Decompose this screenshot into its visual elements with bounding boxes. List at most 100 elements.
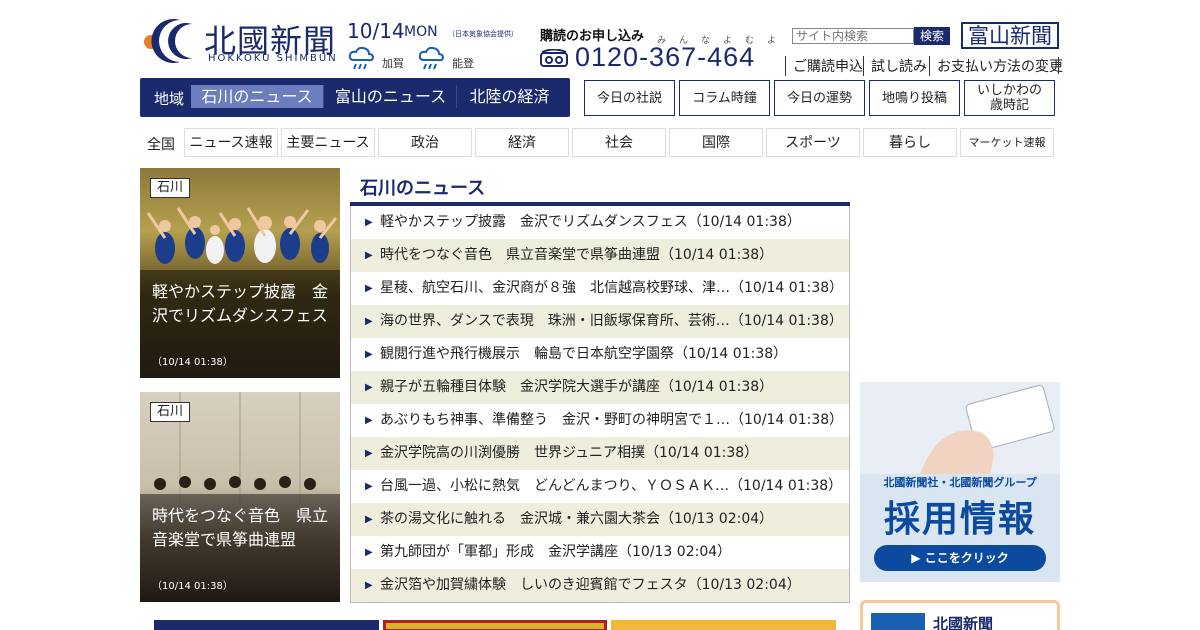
weather-source[interactable]: （日本気象協会提供） — [448, 29, 518, 39]
weather-kaga — [347, 44, 375, 76]
category-international[interactable]: 国際 — [669, 128, 763, 157]
rain-cloud-icon — [348, 46, 375, 70]
category-living[interactable]: 暮らし — [863, 128, 957, 157]
news-item-text: 星稜、航空石川、金沢商が８強 北信越高校野球、津…（10/14 01:38） — [380, 280, 844, 296]
news-item-text: あぶりもち神事、準備整う 金沢・野町の神明宮で１…（10/14 01:38） — [380, 412, 844, 428]
news-item[interactable]: ▶ 茶の湯文化に触れる 金沢城・兼六園大茶会（10/13 02:04） — [351, 503, 849, 536]
arrow-icon: ▶ — [365, 448, 373, 459]
photo-caption: 時代をつなぐ音色 県立音楽堂で県筝曲連盟 （10/14 01:38） — [140, 494, 340, 602]
news-item[interactable]: ▶ 海の世界、ダンスで表現 珠洲・旧飯塚保育所、芸術…（10/14 01:38） — [351, 305, 849, 338]
news-item[interactable]: ▶ 観閲行進や飛行機展示 輪島で日本航空学園祭（10/14 01:38） — [351, 338, 849, 371]
hokkoku-card[interactable]: 北國新聞 — [860, 600, 1060, 630]
news-item[interactable]: ▶ 時代をつなぐ音色 県立音楽堂で県筝曲連盟（10/14 01:38） — [351, 239, 849, 272]
bottom-banner[interactable] — [611, 620, 836, 630]
photo-card[interactable]: 石川 時代をつなぐ音色 県立音楽堂で県筝曲連盟 （10/14 01:38） — [140, 392, 340, 602]
news-item[interactable]: ▶ 親子が五輪種目体験 金沢学院大選手が講座（10/14 01:38） — [351, 371, 849, 404]
category-sports[interactable]: スポーツ — [766, 128, 860, 157]
category-breaking-news[interactable]: ニュース速報 — [184, 128, 278, 157]
region-nav: 地域 石川のニュース 富山のニュース 北陸の経済 — [140, 78, 570, 117]
bottom-banner[interactable] — [383, 620, 607, 630]
news-item[interactable]: ▶ 第九師団が「軍都」形成 金沢学講座（10/13 02:04） — [351, 536, 849, 569]
tab-toyama-news[interactable]: 富山のニュース — [325, 85, 457, 108]
ad-title: 採用情報 — [883, 499, 1036, 540]
news-item-text: 茶の湯文化に触れる 金沢城・兼六園大茶会（10/13 02:04） — [380, 511, 774, 527]
arrow-icon: ▶ — [365, 514, 373, 525]
logo-subtext: HOKKOKU SHIMBUN — [208, 53, 338, 64]
category-politics[interactable]: 政治 — [378, 128, 472, 157]
link-divider — [1058, 57, 1059, 74]
news-item-text: 観閲行進や飛行機展示 輪島で日本航空学園祭（10/14 01:38） — [380, 346, 788, 362]
ad-cta-button[interactable]: ▶ ここをクリック — [874, 545, 1046, 571]
site-logo[interactable]: 北國新聞 HOKKOKU SHIMBUN — [140, 14, 340, 68]
news-item-text: 台風一過、小松に熱気 どんどんまつり、ＹＯＳＡＫ…（10/14 01:38） — [380, 478, 843, 494]
weather-area-label: 加賀 — [382, 57, 404, 70]
news-list: ▶ 軽やかステップ披露 金沢でリズムダンスフェス（10/14 01:38） ▶ 時代… — [350, 206, 850, 603]
news-item[interactable]: ▶ 星稜、航空石川、金沢商が８強 北信越高校野球、津…（10/14 01:38） — [351, 272, 849, 305]
editorial-button[interactable]: 今日の社説 — [584, 80, 675, 116]
news-item[interactable]: ▶ 台風一過、小松に熱気 どんどんまつり、ＹＯＳＡＫ…（10/14 01:38） — [351, 470, 849, 503]
recruit-ad-banner[interactable]: 北國新聞社・北國新聞グループ 採用情報 ▶ ここをクリック — [860, 382, 1060, 582]
tab-hokuriku-economy[interactable]: 北陸の経済 — [458, 85, 561, 108]
page: 北國新聞 HOKKOKU SHIMBUN 10/14 MON （日本気象協会提供… — [0, 0, 1200, 630]
bottom-banner[interactable] — [154, 620, 379, 630]
photo-card-title[interactable]: 軽やかステップ披露 金沢でリズムダンスフェス — [152, 280, 332, 328]
news-item-text: 金沢学院高の川渕優勝 世界ジュニア相撲（10/14 01:38） — [380, 445, 759, 461]
weekday: MON — [404, 24, 438, 40]
photo-card[interactable]: 石川 軽やかステップ披露 金沢でリズムダンスフェス （10/14 01:38） — [140, 168, 340, 378]
news-item[interactable]: ▶ 軽やかステップ披露 金沢でリズムダンスフェス（10/14 01:38） — [351, 206, 849, 239]
section-title: 石川のニュース — [360, 178, 486, 199]
subscribe-link[interactable]: ご購読申込 — [785, 56, 863, 76]
tablet-illustration — [860, 382, 1060, 474]
category-top-news[interactable]: 主要ニュース — [281, 128, 375, 157]
category-market[interactable]: マーケット速報 — [960, 128, 1054, 157]
region-nav-label: 地域 — [154, 90, 185, 108]
arrow-icon: ▶ — [365, 481, 373, 492]
news-item-text: 軽やかステップ披露 金沢でリズムダンスフェス（10/14 01:38） — [380, 214, 801, 230]
date: 10/14 — [347, 19, 405, 43]
news-item-text: 時代をつなぐ音色 県立音楽堂で県筝曲連盟（10/14 01:38） — [380, 247, 774, 263]
photo-card-time: （10/14 01:38） — [152, 581, 233, 592]
photo-caption: 軽やかステップ披露 金沢でリズムダンスフェス （10/14 01:38） — [140, 270, 340, 378]
arrow-icon: ▶ — [365, 250, 373, 261]
ad-heading: 北國新聞社・北國新聞グループ — [883, 476, 1037, 489]
weather-noto — [417, 44, 445, 76]
news-item-text: 第九師団が「軍都」形成 金沢学講座（10/13 02:04） — [380, 544, 732, 560]
arrow-icon: ▶ — [365, 580, 373, 591]
trial-link[interactable]: 試し読み — [863, 56, 927, 76]
region-badge: 石川 — [150, 178, 191, 198]
region-badge: 石川 — [150, 402, 191, 422]
column-button[interactable]: コラム時鐘 — [679, 80, 770, 116]
category-society[interactable]: 社会 — [572, 128, 666, 157]
arrow-icon: ▶ — [365, 217, 373, 228]
photo-card-time: （10/14 01:38） — [152, 357, 233, 368]
weather-area-label: 能登 — [452, 57, 474, 70]
news-item[interactable]: ▶ 金沢学院高の川渕優勝 世界ジュニア相撲（10/14 01:38） — [351, 437, 849, 470]
toyama-shimbun-link[interactable]: 富山新聞 — [961, 22, 1059, 49]
arrow-icon: ▶ — [365, 415, 373, 426]
photo-card-title[interactable]: 時代をつなぐ音色 県立音楽堂で県筝曲連盟 — [152, 504, 332, 552]
phone-icon — [540, 49, 568, 67]
news-item-text: 海の世界、ダンスで表現 珠洲・旧飯塚保育所、芸術…（10/14 01:38） — [380, 313, 843, 329]
arrow-icon: ▶ — [365, 547, 373, 558]
search-button[interactable]: 検索 — [914, 27, 950, 45]
card-thumbnail — [871, 613, 925, 630]
logo-mark-icon — [144, 19, 192, 63]
news-item[interactable]: ▶ あぶりもち神事、準備整う 金沢・野町の神明宮で１…（10/14 01:38） — [351, 404, 849, 437]
arrow-icon: ▶ — [365, 382, 373, 393]
tab-ishikawa-news[interactable]: 石川のニュース — [191, 85, 324, 108]
reader-posts-button[interactable]: 地鳴り投稿 — [869, 80, 960, 116]
news-item-text: 親子が五輪種目体験 金沢学院大選手が講座（10/14 01:38） — [380, 379, 774, 395]
arrow-icon: ▶ — [365, 349, 373, 360]
card-title: 北國新聞 — [933, 615, 994, 630]
news-item[interactable]: ▶ 金沢箔や加賀繍体験 しいのき迎賓館でフェスタ（10/13 02:04） — [351, 569, 849, 602]
arrow-icon: ▶ — [365, 283, 373, 294]
arrow-icon: ▶ — [365, 316, 373, 327]
rain-cloud-icon — [418, 46, 445, 70]
category-economy[interactable]: 経済 — [475, 128, 569, 157]
seasonal-almanac-button[interactable]: いしかわの 歳時記 — [964, 80, 1055, 116]
horoscope-button[interactable]: 今日の運勢 — [774, 80, 865, 116]
phone-number[interactable]: 0120-367-464 — [575, 42, 755, 73]
payment-link[interactable]: お支払い方法の変更 — [929, 56, 1063, 76]
search-input[interactable] — [792, 28, 914, 44]
category-nav-label: 全国 — [147, 137, 175, 153]
